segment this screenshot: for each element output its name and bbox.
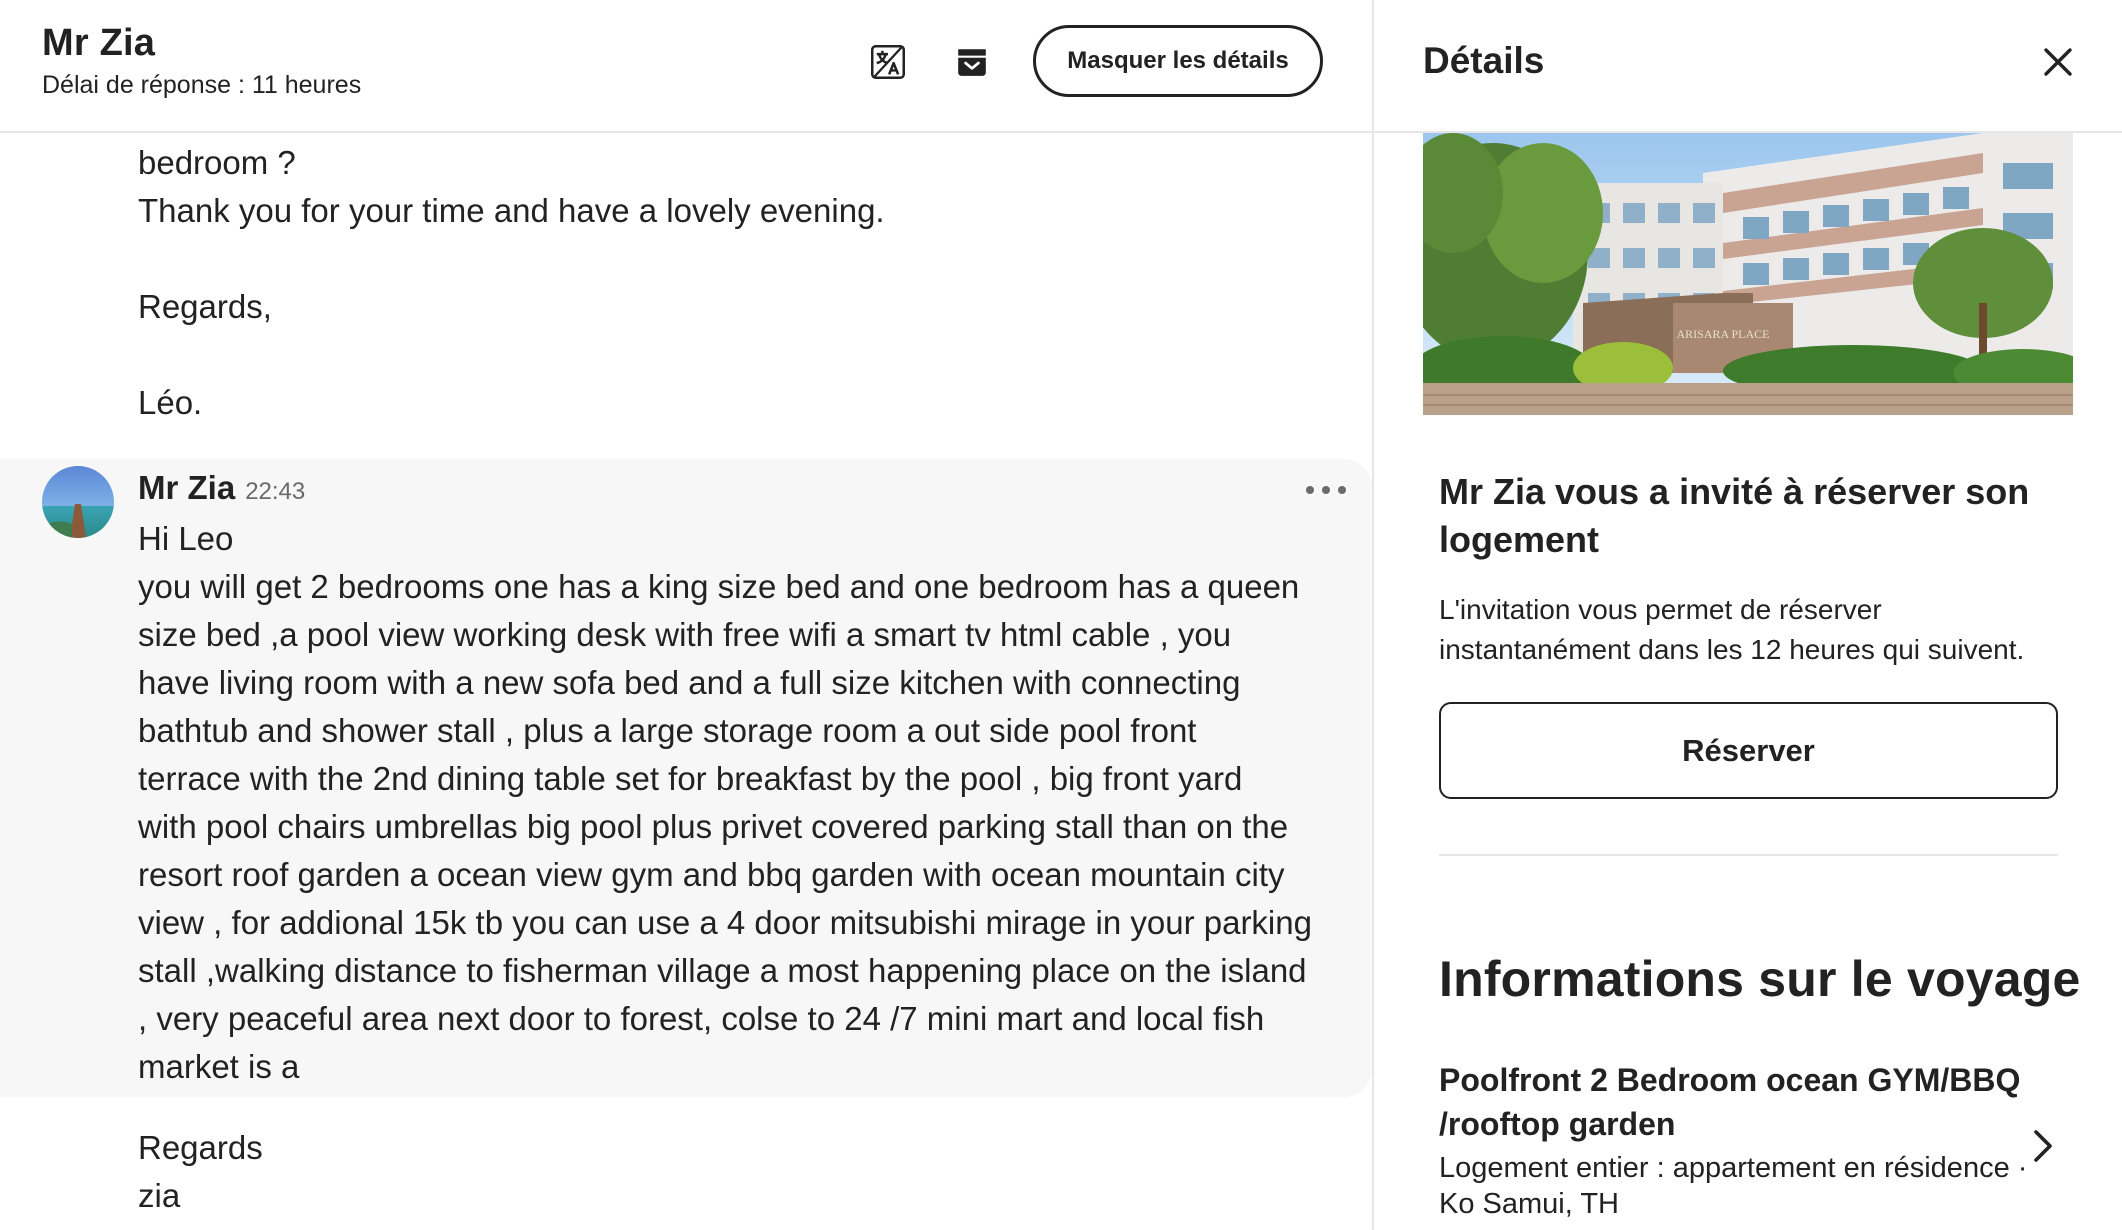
message-line: you will get 2 bedrooms one has a king s… [138,568,1300,605]
reply-signoff: Regards zia [138,1124,1338,1220]
invite-title: Mr Zia vous a invité à réserver son loge… [1439,471,2030,560]
translate-icon[interactable] [864,38,912,86]
message-line: have living room with a new sofa bed and… [138,664,1241,701]
message-line: , very peaceful area next door to forest… [138,1000,1265,1037]
conversation-pane: Mr Zia Délai de réponse : 11 heures Masq… [0,0,1372,1230]
host-name[interactable]: Mr Zia [42,22,155,65]
message-line: terrace with the 2nd dining table set fo… [138,760,1243,797]
message-line [138,235,1338,283]
listing-photo[interactable]: ARISARA PLACE [1423,133,2073,415]
listing-title: Poolfront 2 Bedroom ocean GYM/BBQ /rooft… [1439,1062,2021,1142]
host-avatar[interactable] [42,466,114,538]
trip-info-heading: Informations sur le voyage [1439,951,2081,1007]
message-line: stall ,walking distance to fisherman vil… [138,952,1307,989]
message-line: Regards, [138,288,272,325]
message-line: market is a [138,1048,300,1085]
message-line: zia [138,1177,181,1214]
message-line: view , for addional 15k tb you can use a… [138,904,1312,941]
reserve-button[interactable]: Réserver [1439,702,2058,799]
details-header: Détails [1374,0,2122,133]
invite-description: L'invitation vous permet de réserver ins… [1439,594,2025,665]
reply-timestamp: 22:43 [245,478,306,505]
more-options-icon[interactable] [1306,478,1346,502]
close-icon[interactable] [2034,38,2082,86]
photo-sign-text: ARISARA PLACE [1676,327,1769,341]
section-divider [1439,854,2058,856]
conversation-header: Mr Zia Délai de réponse : 11 heures Masq… [0,0,1372,133]
response-time: Délai de réponse : 11 heures [42,71,362,99]
chevron-right-icon[interactable] [2026,1126,2058,1166]
message-line: Thank you for your time and have a lovel… [138,192,885,229]
reply-sender-line: Mr Zia 22:43 [138,469,305,507]
listing-subtitle: Logement entier : appartement en résiden… [1439,1152,2028,1220]
message-line [138,331,1338,379]
reply-sender-name[interactable]: Mr Zia [138,469,235,507]
message-line: bedroom ? [138,144,296,181]
reply-body: Hi Leo you will get 2 bedrooms one has a… [138,515,1348,1091]
details-pane: Détails ARISARA PLACE Mr Zia vous a invi… [1374,0,2122,1230]
message-line: resort roof garden a ocean view gym and … [138,856,1285,893]
archive-icon[interactable] [948,38,996,86]
details-title: Détails [1423,40,1545,81]
message-line: bathtub and shower stall , plus a large … [138,712,1197,749]
trip-listing-link[interactable]: Poolfront 2 Bedroom ocean GYM/BBQ /rooft… [1439,1058,2059,1222]
message-line: Léo. [138,384,203,421]
message-line: Hi Leo [138,520,234,557]
message-line: Regards [138,1129,263,1166]
message-line: with pool chairs umbrellas big pool plus… [138,808,1289,845]
hide-details-button[interactable]: Masquer les détails [1033,25,1323,97]
previous-message: bedroom ? Thank you for your time and ha… [138,139,1338,427]
message-line: size bed ,a pool view working desk with … [138,616,1232,653]
